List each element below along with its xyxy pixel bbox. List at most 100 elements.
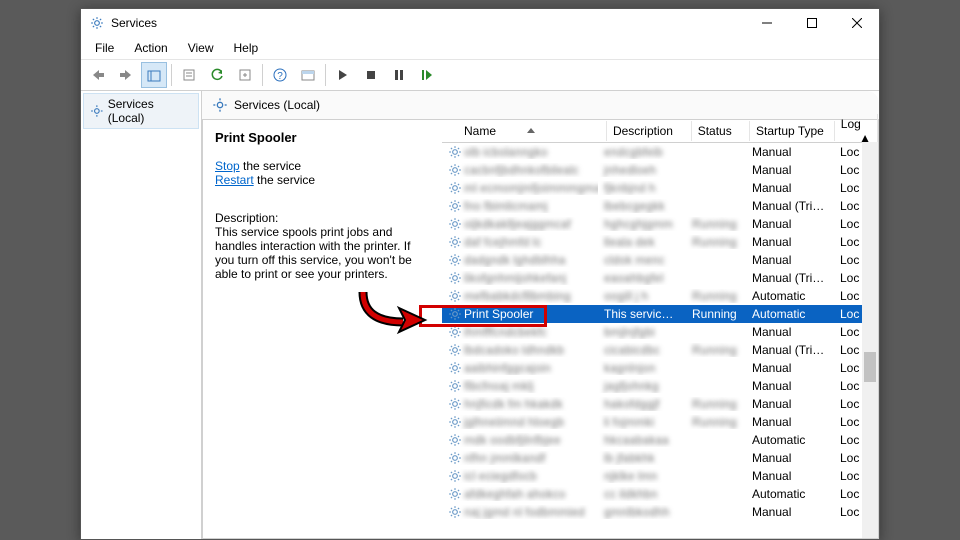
menu-action[interactable]: Action	[124, 39, 177, 57]
up-button[interactable]	[141, 62, 167, 88]
service-desc: lleala dek	[598, 235, 686, 249]
service-name: cacbnfjbdhnkofbilealc	[464, 163, 579, 177]
service-startup: Automatic	[746, 289, 834, 303]
service-row[interactable]: hnjficdk fm hkakdkhakofdggjfRunningManua…	[442, 395, 878, 413]
service-desc: This service ...	[598, 307, 686, 321]
service-row[interactable]: dadgndk lghdblhhacldok mencManualLoc	[442, 251, 878, 269]
service-startup: Manual	[746, 145, 834, 159]
service-row[interactable]: cacbnfjbdhnkofbilealcjnhedloeh ManualLoc	[442, 161, 878, 179]
service-row[interactable]: mdk oodbfjilnfbjeehkcaabakaaAutomaticLoc	[442, 431, 878, 449]
gear-icon	[212, 97, 228, 113]
service-status: Running	[686, 415, 746, 429]
service-startup: Manual	[746, 505, 834, 519]
col-status[interactable]: Status	[692, 121, 750, 141]
service-desc: cldok menc	[598, 253, 686, 267]
maximize-button[interactable]	[789, 9, 834, 37]
grid-header[interactable]: Name Description Status Startup Type Log…	[442, 120, 878, 143]
service-startup: Manual	[746, 361, 834, 375]
gear-icon	[448, 487, 462, 501]
gear-icon	[90, 104, 104, 118]
stop-service-button[interactable]	[358, 62, 384, 88]
body: Services (Local) Services (Local) Print …	[81, 91, 879, 539]
refresh-button[interactable]	[204, 62, 230, 88]
restart-tail: the service	[254, 173, 315, 187]
service-status: Running	[686, 343, 746, 357]
service-grid[interactable]: Name Description Status Startup Type Log…	[442, 120, 878, 538]
menu-help[interactable]: Help	[224, 39, 269, 57]
restart-link[interactable]: Restart	[215, 173, 254, 187]
detail-header: Services (Local)	[202, 91, 879, 120]
service-startup: Manual	[746, 415, 834, 429]
service-startup: Manual	[746, 379, 834, 393]
service-row[interactable]: likofgnhmijohkefanjeaoahbgfelManual (Tri…	[442, 269, 878, 287]
service-startup: Manual	[746, 451, 834, 465]
export-button[interactable]	[232, 62, 258, 88]
show-hide-button[interactable]	[295, 62, 321, 88]
service-row[interactable]: afdkeghfah ahokcocc ildkhbnAutomaticLoc	[442, 485, 878, 503]
gear-icon	[448, 379, 462, 393]
tree-pane[interactable]: Services (Local)	[81, 91, 202, 539]
service-row[interactable]: olb icbolanngkoendcgbfeibManualLoc	[442, 143, 878, 161]
service-row[interactable]: naj jgmd nl fodbmmiedgmnlbkodhhManualLoc	[442, 503, 878, 521]
service-desc: cicabicdbc	[598, 343, 686, 357]
col-startup[interactable]: Startup Type	[750, 121, 835, 141]
col-description[interactable]: Description	[607, 121, 692, 141]
service-name: lbdcadoko ldhndkb	[464, 343, 564, 357]
menu-file[interactable]: File	[85, 39, 124, 57]
properties-button[interactable]	[176, 62, 202, 88]
service-startup: Manual	[746, 397, 834, 411]
service-name: fno fbimlicmamj	[464, 199, 547, 213]
col-name[interactable]: Name	[464, 124, 496, 138]
service-startup: Automatic	[746, 307, 834, 321]
service-row[interactable]: ihmfffcndcbekfcbmjlnjfgbiManualLoc	[442, 323, 878, 341]
service-row[interactable]: Print SpoolerThis service ...RunningAuto…	[442, 305, 878, 323]
minimize-button[interactable]	[744, 9, 789, 37]
service-desc: eaoahbgfel	[598, 271, 686, 285]
service-row[interactable]: oijkdkaklljeajggmcafhghcghjgmmRunningMan…	[442, 215, 878, 233]
service-desc: lb jfabkhk	[598, 451, 686, 465]
service-row[interactable]: aaibhinfggcajoinkagnlnjon ManualLoc	[442, 359, 878, 377]
menu-view[interactable]: View	[178, 39, 224, 57]
gear-icon	[448, 253, 462, 267]
service-name: olb icbolanngko	[464, 145, 547, 159]
service-startup: Manual	[746, 325, 834, 339]
service-desc: gmnlbkodhh	[598, 505, 686, 519]
info-panel: Print Spooler Stop the service Restart t…	[203, 120, 442, 538]
start-service-button[interactable]	[330, 62, 356, 88]
service-status: Running	[686, 307, 746, 321]
stop-link[interactable]: Stop	[215, 159, 240, 173]
close-button[interactable]	[834, 9, 879, 37]
service-row[interactable]: icl eciegdfocbnjklke lmnManualLoc	[442, 467, 878, 485]
gear-icon	[448, 343, 462, 357]
gear-icon	[448, 163, 462, 177]
service-name: mdk oodbfjilnfbjee	[464, 433, 561, 447]
service-desc: lbebcgegkk	[598, 199, 686, 213]
service-row[interactable]: lbdcadoko ldhndkb cicabicdbcRunningManual…	[442, 341, 878, 359]
toolbar-separator	[171, 64, 172, 86]
service-name: aaibhinfggcajoin	[464, 361, 551, 375]
titlebar[interactable]: Services	[81, 9, 879, 37]
pause-service-button[interactable]	[386, 62, 412, 88]
service-row[interactable]: nfhn jmmlkandflb jfabkhkManualLoc	[442, 449, 878, 467]
back-button[interactable]	[85, 62, 111, 88]
scrollbar-thumb[interactable]	[864, 352, 876, 382]
description-text: This service spools print jobs and handl…	[215, 225, 430, 281]
gear-icon	[448, 397, 462, 411]
gear-icon	[448, 307, 462, 321]
service-name: hnjficdk fm hkakdk	[464, 397, 563, 411]
scrollbar[interactable]	[862, 142, 878, 538]
service-name: ihmfffcndcbekfc	[464, 325, 547, 339]
forward-button[interactable]	[113, 62, 139, 88]
tree-root[interactable]: Services (Local)	[83, 93, 199, 129]
service-startup: Manual (Trig...	[746, 343, 834, 357]
help-button[interactable]: ?	[267, 62, 293, 88]
service-startup: Manual (Trig...	[746, 271, 834, 285]
service-row[interactable]: mefbabkdcfllbmbingoogill j hRunningAutom…	[442, 287, 878, 305]
service-row[interactable]: fno fbimlicmamjlbebcgegkkManual (Trig...…	[442, 197, 878, 215]
restart-service-button[interactable]	[414, 62, 440, 88]
service-row[interactable]: jglhneiimnd hloegbli fojmmkiRunningManua…	[442, 413, 878, 431]
service-row[interactable]: ml ecmomjmfjoimmmgmafjknbjnd hManualLoc	[442, 179, 878, 197]
gear-icon	[448, 433, 462, 447]
service-row[interactable]: daf fcejhmfd lclleala dekRunningManualLo…	[442, 233, 878, 251]
service-row[interactable]: flbcfnoaj mkljjagfjohnkgManualLoc	[442, 377, 878, 395]
